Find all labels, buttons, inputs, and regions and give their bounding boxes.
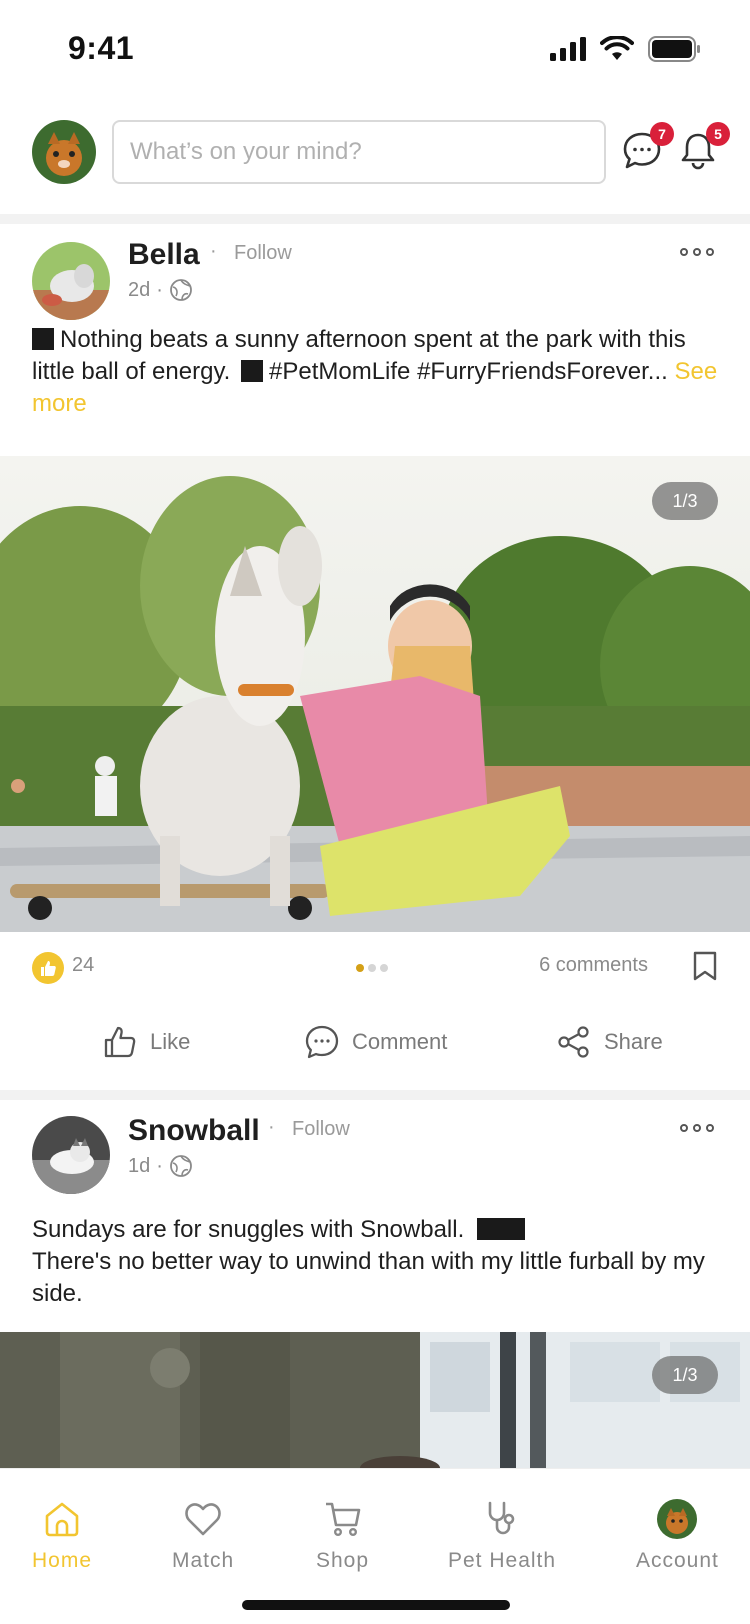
post-time: 1d bbox=[128, 1154, 151, 1177]
comment-icon bbox=[305, 1025, 339, 1059]
reactions-row: 24 6 comments bbox=[0, 948, 750, 988]
post-text: Sundays are for snuggles with Snowball. … bbox=[32, 1214, 722, 1310]
photo-counter: 1/3 bbox=[652, 482, 718, 520]
globe-icon bbox=[170, 1155, 192, 1177]
follow-button[interactable]: Follow bbox=[292, 1118, 350, 1141]
nav-account[interactable]: Account bbox=[636, 1499, 719, 1573]
nav-account-label: Account bbox=[636, 1549, 719, 1572]
post-text-line1: Sundays are for snuggles with Snowball. bbox=[32, 1216, 465, 1243]
nav-pet-health[interactable]: Pet Health bbox=[448, 1499, 556, 1573]
post-photo[interactable]: 1/3 bbox=[0, 1332, 750, 1468]
post-card: Snowball · Follow 1d · Sundays are for s… bbox=[0, 1100, 750, 1468]
comments-count[interactable]: 6 comments bbox=[539, 954, 648, 977]
nav-shop[interactable]: Shop bbox=[316, 1499, 369, 1573]
post-actions: Like Comment Share bbox=[0, 1024, 750, 1074]
home-icon bbox=[45, 1502, 79, 1537]
post-text-line2: There's no better way to unwind than wit… bbox=[32, 1248, 705, 1307]
status-icons bbox=[550, 36, 702, 62]
nav-shop-label: Shop bbox=[316, 1549, 370, 1572]
post-meta: 2d · bbox=[128, 278, 193, 302]
author-name[interactable]: Bella bbox=[128, 238, 200, 272]
post-card: Bella · Follow 2d · Nothing beats a sunn… bbox=[0, 224, 750, 1084]
section-divider bbox=[0, 1090, 750, 1100]
comment-label: Comment bbox=[352, 1029, 448, 1054]
nav-home-label: Home bbox=[32, 1549, 93, 1572]
like-label: Like bbox=[150, 1029, 191, 1054]
post-options-button[interactable] bbox=[680, 1122, 714, 1134]
share-label: Share bbox=[604, 1029, 663, 1054]
nav-home[interactable]: Home bbox=[32, 1499, 92, 1573]
messages-badge: 7 bbox=[650, 122, 674, 146]
globe-icon bbox=[170, 279, 192, 301]
emoji-icon bbox=[32, 328, 54, 350]
messages-button[interactable]: 7 bbox=[622, 122, 674, 174]
thumbs-up-icon bbox=[104, 1026, 136, 1058]
status-input[interactable] bbox=[112, 120, 606, 184]
post-text: Nothing beats a sunny afternoon spent at… bbox=[32, 324, 722, 420]
post-options-button[interactable] bbox=[680, 246, 714, 258]
separator-dot: · bbox=[268, 1116, 275, 1138]
pager-dot bbox=[380, 964, 388, 972]
cart-icon bbox=[325, 1502, 360, 1537]
photo-pager-dots bbox=[356, 964, 388, 972]
nav-pet-health-label: Pet Health bbox=[448, 1549, 557, 1572]
emoji-icon bbox=[476, 1218, 525, 1240]
stethoscope-icon bbox=[488, 1501, 515, 1535]
nav-match[interactable]: Match bbox=[172, 1499, 234, 1573]
pager-dot-active bbox=[356, 964, 364, 972]
separator-dot: · bbox=[156, 1154, 163, 1177]
status-time: 9:41 bbox=[68, 30, 135, 66]
author-avatar[interactable] bbox=[32, 1116, 110, 1194]
post-text-line2: #PetMomLife #FurryFriendsForever... bbox=[269, 358, 668, 385]
post-photo[interactable]: 1/3 bbox=[0, 456, 750, 932]
heart-icon bbox=[185, 1503, 221, 1536]
like-reaction-icon bbox=[32, 952, 64, 984]
bookmark-icon[interactable] bbox=[692, 950, 718, 982]
account-avatar bbox=[657, 1499, 698, 1539]
photo-counter: 1/3 bbox=[652, 1356, 718, 1394]
post-time: 2d bbox=[128, 278, 151, 301]
follow-button[interactable]: Follow bbox=[234, 242, 292, 265]
home-indicator bbox=[242, 1600, 510, 1610]
section-divider bbox=[0, 214, 750, 224]
separator-dot: · bbox=[210, 240, 217, 262]
signal-icon bbox=[550, 37, 586, 61]
my-avatar[interactable] bbox=[32, 120, 96, 184]
post-meta: 1d · bbox=[128, 1154, 193, 1178]
nav-match-label: Match bbox=[172, 1549, 235, 1572]
battery-icon bbox=[648, 36, 700, 62]
emoji-icon bbox=[241, 360, 263, 382]
like-count[interactable]: 24 bbox=[72, 954, 94, 977]
separator-dot: · bbox=[156, 278, 163, 301]
share-icon bbox=[558, 1026, 589, 1058]
notifications-button[interactable]: 5 bbox=[678, 122, 730, 174]
status-bar: 9:41 bbox=[0, 0, 750, 100]
top-bar: 7 5 bbox=[0, 118, 750, 190]
notifications-badge: 5 bbox=[706, 122, 730, 146]
author-avatar[interactable] bbox=[32, 242, 110, 320]
like-button[interactable]: Like bbox=[102, 1024, 190, 1060]
pager-dot bbox=[368, 964, 376, 972]
comment-button[interactable]: Comment bbox=[304, 1024, 447, 1060]
app-screen: 9:41 What’s on your mind? 7 5 Bella · Fo… bbox=[0, 0, 750, 1624]
share-button[interactable]: Share bbox=[556, 1024, 663, 1060]
author-name[interactable]: Snowball bbox=[128, 1114, 260, 1148]
wifi-icon bbox=[600, 36, 634, 60]
